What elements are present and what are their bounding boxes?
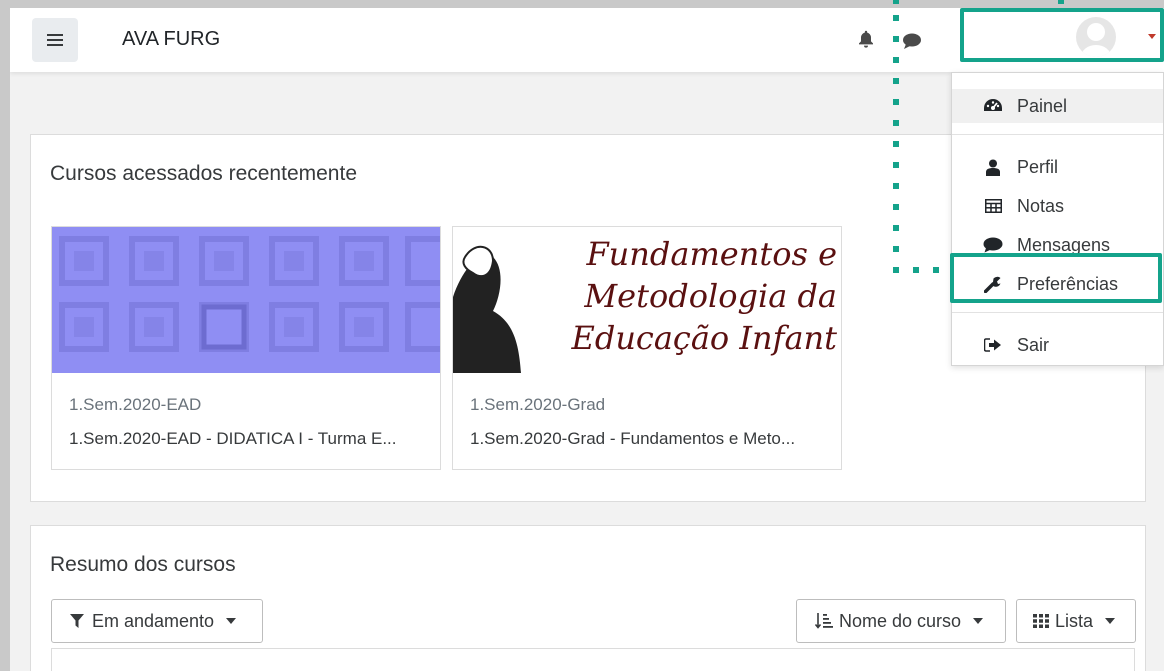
annotation-connector [893, 0, 1064, 273]
